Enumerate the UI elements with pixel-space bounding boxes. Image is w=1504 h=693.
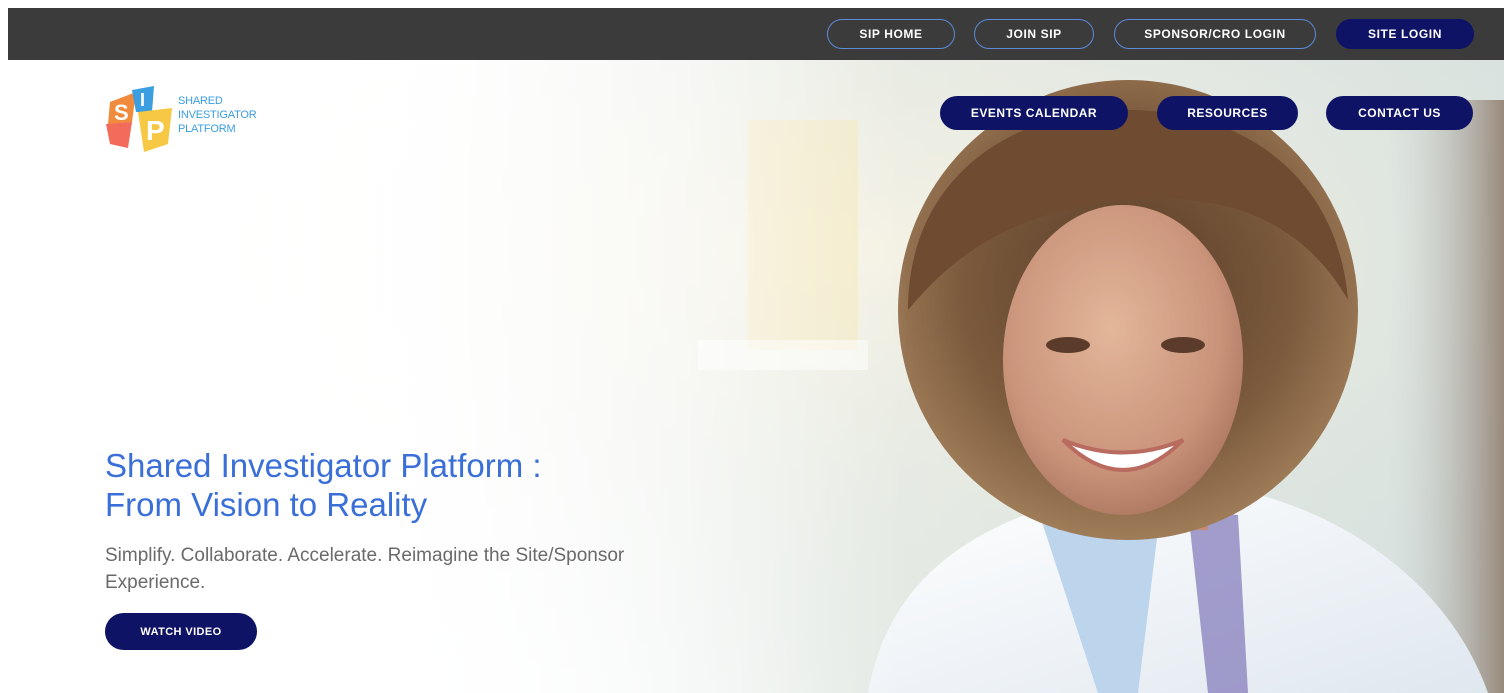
nav-events-calendar[interactable]: EVENTS CALENDAR	[940, 96, 1128, 130]
join-sip-link[interactable]: JOIN SIP	[974, 19, 1094, 49]
logo-wordmark: SHARED INVESTIGATOR PLATFORM	[178, 94, 257, 136]
sip-logo-icon: S I P	[106, 86, 172, 152]
sip-home-link[interactable]: SIP HOME	[827, 19, 955, 49]
sponsor-cro-login-link[interactable]: SPONSOR/CRO LOGIN	[1114, 19, 1316, 49]
logo-letter-p: P	[146, 115, 165, 146]
hero-headline: Shared Investigator Platform : From Visi…	[105, 446, 725, 524]
site-login-button[interactable]: SITE LOGIN	[1336, 19, 1474, 49]
logo-letter-s: S	[114, 100, 129, 125]
hero-headline-line1: Shared Investigator Platform :	[105, 447, 542, 484]
hero-headline-line2: From Vision to Reality	[105, 486, 428, 523]
hero-tagline: Simplify. Collaborate. Accelerate. Reima…	[105, 545, 625, 593]
hero-section	[8, 60, 1504, 693]
logo-line: PLATFORM	[178, 123, 236, 135]
nav-contact-us[interactable]: CONTACT US	[1326, 96, 1473, 130]
watch-video-button[interactable]: WATCH VIDEO	[105, 613, 257, 650]
nav-resources[interactable]: RESOURCES	[1157, 96, 1298, 130]
logo-line: INVESTIGATOR	[178, 109, 257, 121]
logo-line: SHARED	[178, 95, 223, 107]
logo-letter-i: I	[140, 90, 145, 110]
